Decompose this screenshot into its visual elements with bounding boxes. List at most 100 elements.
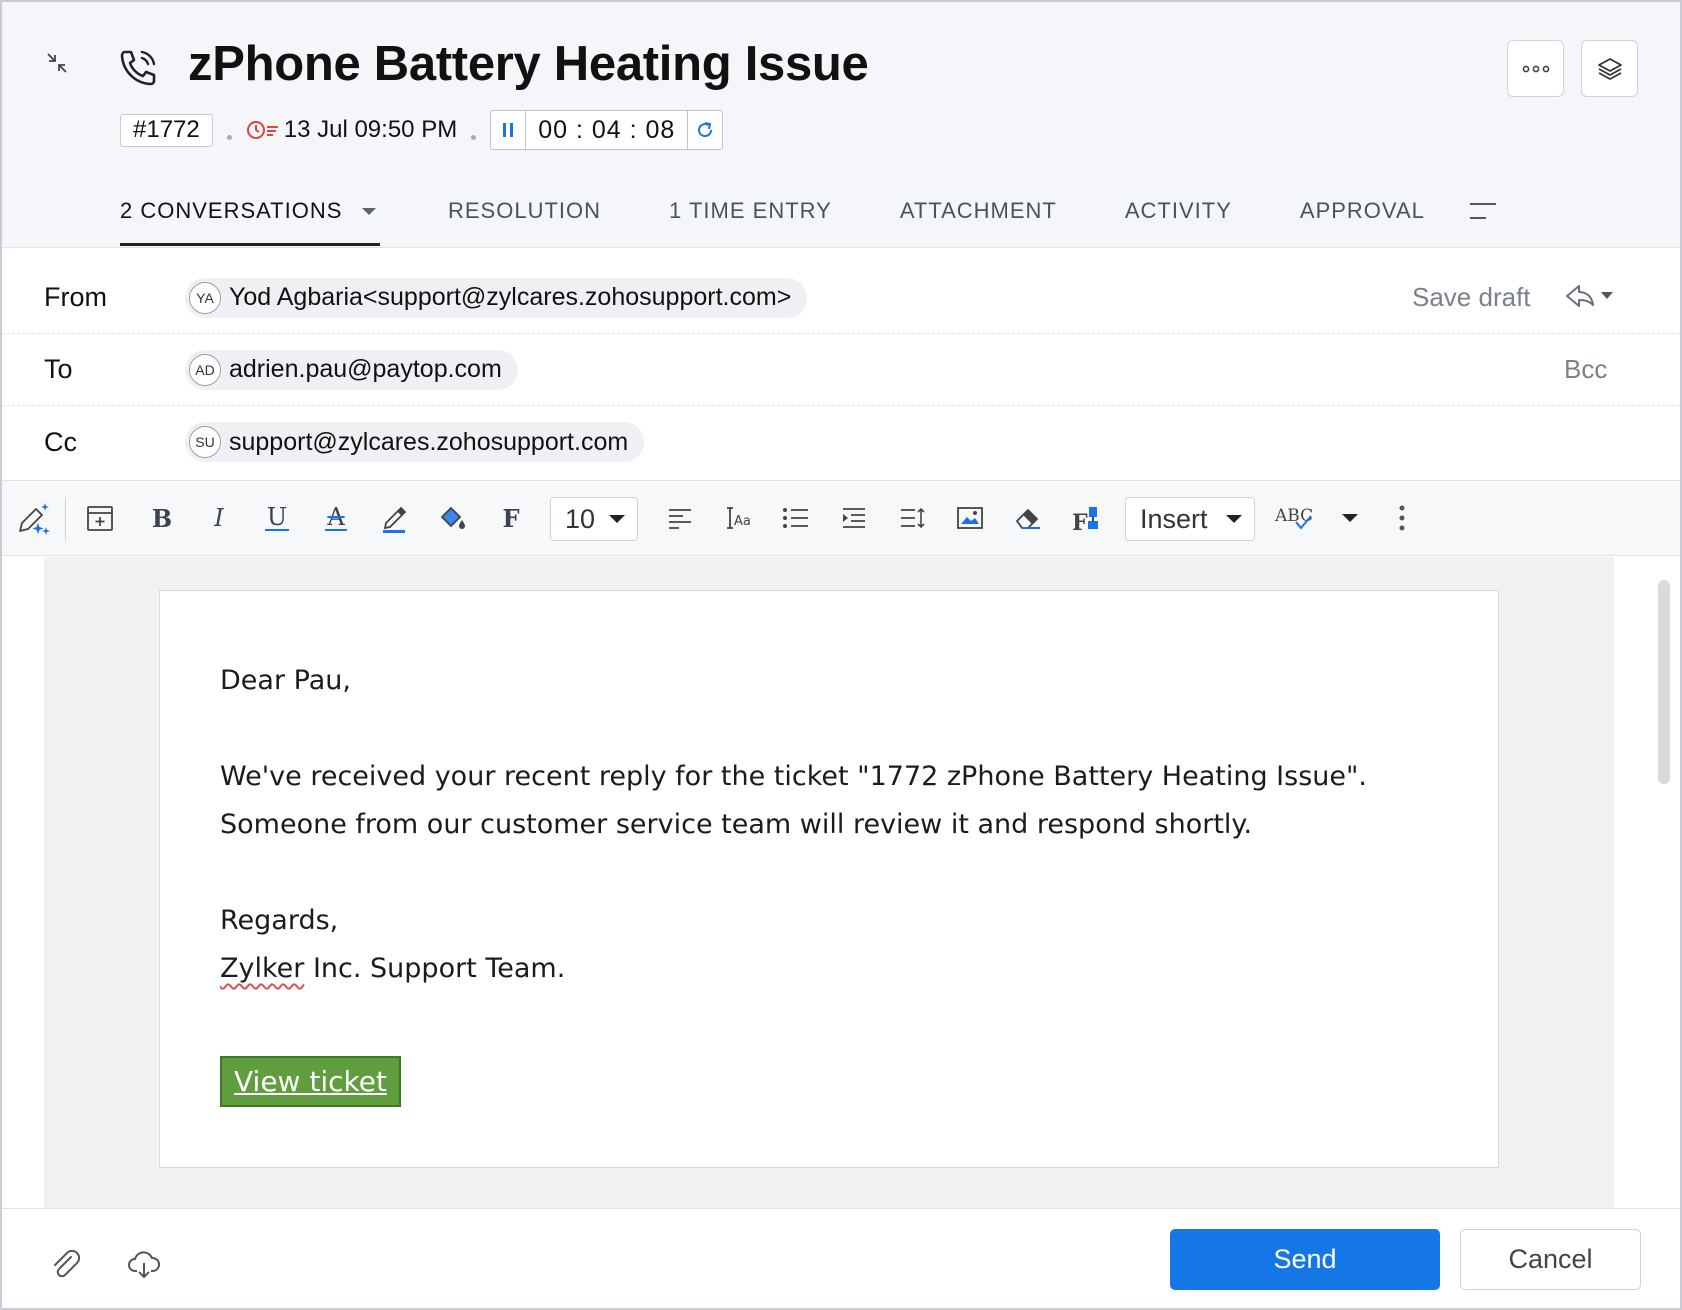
eraser-icon[interactable] <box>1008 498 1048 538</box>
compose-footer: Send Cancel <box>2 1208 1680 1308</box>
tab-label: 2 CONVERSATIONS <box>120 198 343 223</box>
tab-conversations[interactable]: 2 CONVERSATIONS <box>120 182 380 248</box>
reply-icon[interactable] <box>1555 278 1615 314</box>
ticket-id-badge[interactable]: #1772 <box>120 113 213 147</box>
timer-value: 00 : 04 : 08 <box>525 111 689 149</box>
ticket-timer: 00 : 04 : 08 <box>490 110 724 150</box>
tab-approval[interactable]: APPROVAL <box>1300 182 1425 248</box>
message-editor[interactable]: Dear Pau, We've received your recent rep… <box>44 557 1614 1208</box>
ticket-header: zPhone Battery Heating Issue #1772 13 Ju… <box>2 2 1680 248</box>
cloud-download-icon[interactable] <box>124 1245 164 1285</box>
pause-icon[interactable] <box>491 111 525 149</box>
due-clock-icon <box>246 121 278 139</box>
underline-icon[interactable]: U <box>257 498 297 538</box>
ticket-reply-window: zPhone Battery Heating Issue #1772 13 Ju… <box>0 0 1682 1310</box>
cc-chip[interactable]: SU support@zylcares.zohosupport.com <box>185 422 645 462</box>
collapse-icon[interactable] <box>38 44 76 82</box>
list-icon[interactable] <box>776 498 816 538</box>
font-size-value: 10 <box>565 503 596 534</box>
cancel-button[interactable]: Cancel <box>1460 1229 1641 1290</box>
image-icon[interactable] <box>950 498 990 538</box>
spellcheck-button[interactable]: ABC <box>1272 498 1320 538</box>
font-size-select[interactable]: 10 <box>550 497 638 541</box>
more-vertical-icon[interactable] <box>1382 498 1422 538</box>
attach-icon[interactable] <box>46 1245 86 1285</box>
layers-icon <box>1597 57 1622 80</box>
italic-icon[interactable]: I <box>199 498 239 538</box>
signature: Zylker Inc. Support Team. <box>220 945 1367 993</box>
ticket-title: zPhone Battery Heating Issue <box>188 37 869 91</box>
tab-resolution[interactable]: RESOLUTION <box>448 182 601 248</box>
toolbar-divider <box>65 497 66 541</box>
chevron-down-icon <box>1225 515 1242 523</box>
bold-icon[interactable]: B <box>142 498 182 538</box>
editor-scrollbar[interactable] <box>1658 580 1670 784</box>
template-icon[interactable] <box>80 498 120 538</box>
separator-dot <box>471 134 477 140</box>
fill-color-icon[interactable] <box>432 498 472 538</box>
tab-label: APPROVAL <box>1299 198 1425 223</box>
view-ticket-button[interactable]: View ticket <box>220 1056 401 1107</box>
tab-activity[interactable]: ACTIVITY <box>1125 182 1232 248</box>
tab-label: ATTACHMENT <box>899 198 1057 223</box>
from-label: From <box>44 282 107 312</box>
strikethrough-icon[interactable]: A <box>316 498 356 538</box>
ai-pen-icon[interactable] <box>14 498 54 538</box>
tab-label: RESOLUTION <box>448 198 602 223</box>
ticket-meta: #1772 13 Jul 09:50 PM 00 : 04 : 08 <box>120 110 724 150</box>
chevron-down-icon <box>609 515 626 523</box>
font-icon[interactable]: F <box>491 498 531 538</box>
cc-row: Cc SU support@zylcares.zohosupport.com <box>2 406 1680 478</box>
to-chip[interactable]: AD adrien.pau@paytop.com <box>185 349 518 390</box>
text-color-icon[interactable] <box>374 498 414 538</box>
save-draft-link[interactable]: Save draft <box>1412 282 1531 313</box>
spellcheck-icon: ABC <box>1274 506 1313 526</box>
ticket-tabs: 2 CONVERSATIONS RESOLUTION 1 TIME ENTRY … <box>120 182 1425 248</box>
avatar: AD <box>189 353 221 386</box>
font-size-icon[interactable]: Aa <box>718 498 758 538</box>
phone-call-icon <box>116 46 160 90</box>
message-text: Dear Pau, We've received your recent rep… <box>220 657 1367 993</box>
align-icon[interactable] <box>660 498 700 538</box>
message-line: Someone from our customer service team w… <box>220 809 1253 840</box>
editor-toolbar: B I U A F 10 Aa F Insert ABC <box>2 480 1680 556</box>
avatar: YA <box>189 281 221 314</box>
tab-menu-icon[interactable] <box>1468 198 1498 224</box>
svg-text:Aa: Aa <box>734 514 751 529</box>
message-line: We've received your recent reply for the… <box>220 761 1367 792</box>
format-painter-icon[interactable]: F <box>1066 498 1106 538</box>
send-button[interactable]: Send <box>1170 1229 1440 1290</box>
more-button[interactable] <box>1507 40 1564 97</box>
from-value: Yod Agbaria<support@zylcares.zohosupport… <box>229 283 792 311</box>
chevron-down-icon <box>1342 514 1358 522</box>
layers-button[interactable] <box>1581 40 1638 97</box>
tab-time-entry[interactable]: 1 TIME ENTRY <box>669 182 832 248</box>
cc-label: Cc <box>44 426 77 457</box>
spellcheck-dropdown[interactable] <box>1330 498 1370 538</box>
message-body[interactable]: Dear Pau, We've received your recent rep… <box>159 590 1499 1168</box>
misspelled-word[interactable]: Zylker <box>220 953 304 984</box>
avatar: SU <box>189 426 221 458</box>
indent-icon[interactable] <box>834 498 874 538</box>
tab-label: 1 TIME ENTRY <box>669 198 832 223</box>
signature-rest: Inc. Support Team. <box>304 953 566 984</box>
tab-attachment[interactable]: ATTACHMENT <box>900 182 1057 248</box>
to-label: To <box>44 354 73 384</box>
separator-dot <box>226 134 232 140</box>
insert-label: Insert <box>1140 503 1208 534</box>
to-value: adrien.pau@paytop.com <box>229 355 502 383</box>
insert-select[interactable]: Insert <box>1125 497 1255 541</box>
chevron-down-icon[interactable] <box>362 208 377 215</box>
line-height-icon[interactable] <box>892 498 932 538</box>
regards: Regards, <box>220 905 339 936</box>
tab-label: ACTIVITY <box>1124 198 1232 223</box>
to-row: To AD adrien.pau@paytop.com Bcc <box>2 334 1680 406</box>
from-chip[interactable]: YA Yod Agbaria<support@zylcares.zohosupp… <box>185 277 808 318</box>
more-icon <box>1522 65 1549 72</box>
svg-text:F: F <box>1072 510 1088 533</box>
bcc-link[interactable]: Bcc <box>1564 354 1607 385</box>
refresh-icon[interactable] <box>688 111 722 149</box>
cc-value: support@zylcares.zohosupport.com <box>229 427 629 456</box>
from-row: From YA Yod Agbaria<support@zylcares.zoh… <box>2 262 1680 334</box>
greeting: Dear Pau, <box>220 665 351 696</box>
